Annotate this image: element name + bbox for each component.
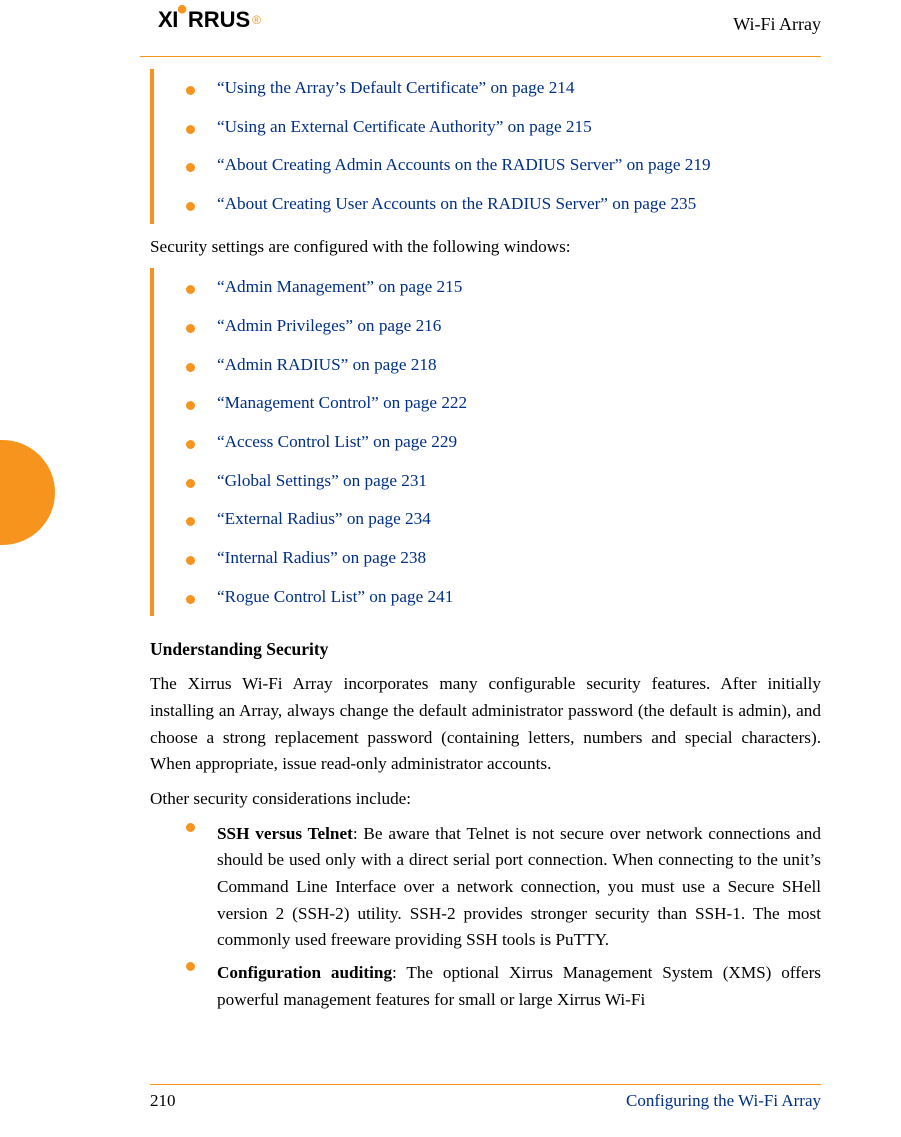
- list-item: “Rogue Control List” on page 241: [186, 578, 821, 617]
- bullet-icon: [186, 324, 195, 333]
- bullet-icon: [186, 823, 195, 832]
- topic-link-list-a: “Using the Array’s Default Certificate” …: [150, 69, 821, 224]
- topic-link[interactable]: “Global Settings” on page 231: [217, 468, 427, 495]
- bullet-icon: [186, 440, 195, 449]
- logo-text-part1: X: [158, 7, 172, 33]
- bullet-icon: [186, 125, 195, 134]
- list-item-term: SSH versus Telnet: [217, 824, 353, 843]
- list-item: “Admin RADIUS” on page 218: [186, 346, 821, 385]
- body-paragraph: Other security considerations include:: [150, 786, 821, 813]
- list-item: “Admin Management” on page 215: [186, 268, 821, 307]
- topic-link[interactable]: “Internal Radius” on page 238: [217, 545, 426, 572]
- section-heading: Understanding Security: [150, 636, 821, 663]
- bullet-icon: [186, 962, 195, 971]
- considerations-list: SSH versus Telnet: Be aware that Telnet …: [150, 821, 821, 1014]
- topic-link[interactable]: “Using an External Certificate Authority…: [217, 114, 592, 141]
- bullet-icon: [186, 556, 195, 565]
- topic-link[interactable]: “About Creating Admin Accounts on the RA…: [217, 152, 711, 179]
- bullet-icon: [186, 363, 195, 372]
- footer-section-title: Configuring the Wi-Fi Array: [626, 1091, 821, 1111]
- list-item: “Admin Privileges” on page 216: [186, 307, 821, 346]
- page-header: XI•RRUS® Wi-Fi Array: [140, 0, 821, 57]
- header-doc-title: Wi-Fi Array: [733, 14, 821, 35]
- list-item: Configuration auditing: The optional Xir…: [186, 960, 821, 1013]
- bullet-icon: [186, 517, 195, 526]
- list-item: “Internal Radius” on page 238: [186, 539, 821, 578]
- bullet-icon: [186, 202, 195, 211]
- page-content: “Using the Array’s Default Certificate” …: [150, 69, 821, 1013]
- list-item: “Using the Array’s Default Certificate” …: [186, 69, 821, 108]
- list-item: SSH versus Telnet: Be aware that Telnet …: [186, 821, 821, 954]
- topic-link[interactable]: “External Radius” on page 234: [217, 506, 431, 533]
- list-item: “About Creating Admin Accounts on the RA…: [186, 146, 821, 185]
- list-item: “About Creating User Accounts on the RAD…: [186, 185, 821, 224]
- logo-registered-icon: ®: [252, 13, 260, 27]
- topic-link[interactable]: “Management Control” on page 222: [217, 390, 467, 417]
- bullet-icon: [186, 285, 195, 294]
- list-item: “Global Settings” on page 231: [186, 462, 821, 501]
- topic-link[interactable]: “Rogue Control List” on page 241: [217, 584, 453, 611]
- list-item-text: Configuration auditing: The optional Xir…: [217, 960, 821, 1013]
- intro-paragraph: Security settings are configured with th…: [150, 234, 821, 261]
- topic-link[interactable]: “About Creating User Accounts on the RAD…: [217, 191, 696, 218]
- topic-link[interactable]: “Admin RADIUS” on page 218: [217, 352, 437, 379]
- brand-logo: XI•RRUS®: [158, 7, 261, 33]
- bullet-icon: [186, 163, 195, 172]
- list-item: “Management Control” on page 222: [186, 384, 821, 423]
- list-item-term: Configuration auditing: [217, 963, 392, 982]
- list-item-text: SSH versus Telnet: Be aware that Telnet …: [217, 821, 821, 954]
- list-item: “Access Control List” on page 229: [186, 423, 821, 462]
- side-tab-decoration: [0, 440, 55, 545]
- bullet-icon: [186, 86, 195, 95]
- list-item: “External Radius” on page 234: [186, 500, 821, 539]
- bullet-icon: [186, 401, 195, 410]
- topic-link[interactable]: “Admin Privileges” on page 216: [217, 313, 441, 340]
- topic-link[interactable]: “Access Control List” on page 229: [217, 429, 457, 456]
- topic-link[interactable]: “Using the Array’s Default Certificate” …: [217, 75, 574, 102]
- bullet-icon: [186, 479, 195, 488]
- page-number: 210: [150, 1091, 176, 1111]
- topic-link-list-b: “Admin Management” on page 215 “Admin Pr…: [150, 268, 821, 616]
- document-page: XI•RRUS® Wi-Fi Array “Using the Array’s …: [0, 0, 901, 1137]
- logo-text-part3: RRUS: [188, 7, 250, 33]
- body-paragraph: The Xirrus Wi-Fi Array incorporates many…: [150, 671, 821, 778]
- page-footer: 210 Configuring the Wi-Fi Array: [150, 1084, 821, 1111]
- bullet-icon: [186, 595, 195, 604]
- list-item: “Using an External Certificate Authority…: [186, 108, 821, 147]
- topic-link[interactable]: “Admin Management” on page 215: [217, 274, 462, 301]
